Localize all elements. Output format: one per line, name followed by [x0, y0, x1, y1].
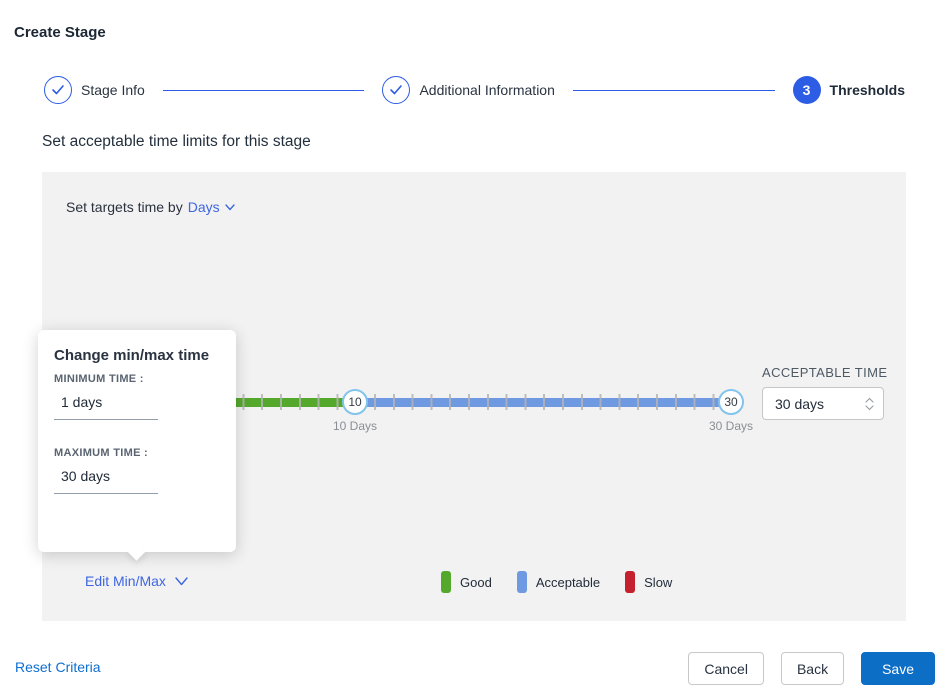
chevron-up-icon[interactable] [865, 397, 874, 403]
create-stage-page: Create Stage Stage Info Additional Infor… [0, 0, 947, 699]
acceptable-time-value: 30 days [763, 396, 865, 412]
check-icon [382, 76, 410, 104]
change-minmax-popover: Change min/max time MINIMUM TIME : MAXIM… [38, 330, 236, 552]
step-label: Stage Info [81, 82, 145, 98]
step-label: Thresholds [830, 82, 905, 98]
legend-item-slow: Slow [625, 571, 672, 593]
stepper: Stage Info Additional Information 3 Thre… [44, 75, 905, 105]
section-heading: Set acceptable time limits for this stag… [42, 133, 311, 151]
legend-item-good: Good [441, 571, 492, 593]
minimum-time-label: MINIMUM TIME : [54, 373, 220, 385]
targets-unit-dropdown[interactable]: Days [188, 199, 235, 215]
cancel-button[interactable]: Cancel [688, 652, 764, 685]
step-label: Additional Information [419, 82, 554, 98]
legend-swatch-acceptable [517, 571, 527, 593]
step-stage-info[interactable]: Stage Info [44, 76, 145, 104]
popover-title: Change min/max time [54, 347, 220, 364]
acceptable-time-label: ACCEPTABLE TIME [762, 365, 887, 380]
chevron-down-icon[interactable] [865, 405, 874, 411]
legend-label: Acceptable [536, 575, 600, 590]
footer-actions: Cancel Back Save [688, 652, 935, 685]
targets-prefix-text: Set targets time by [66, 199, 183, 215]
stepper-connector [163, 90, 365, 91]
acceptable-time-stepper [865, 397, 883, 411]
legend-swatch-good [441, 571, 451, 593]
page-title: Create Stage [14, 24, 106, 41]
save-button[interactable]: Save [861, 652, 935, 685]
legend-label: Slow [644, 575, 672, 590]
chevron-down-icon [175, 577, 188, 586]
slider-min-day-label: 10 Days [325, 419, 385, 433]
set-targets-row: Set targets time by Days [66, 199, 235, 215]
minimum-time-input[interactable] [54, 391, 158, 420]
slider-min-handle[interactable]: 10 [342, 389, 368, 415]
step-additional-information[interactable]: Additional Information [382, 76, 554, 104]
step-thresholds[interactable]: 3 Thresholds [793, 76, 905, 104]
slider-ticks [186, 394, 732, 410]
acceptable-time-input[interactable]: 30 days [762, 387, 884, 420]
legend-swatch-slow [625, 571, 635, 593]
legend-label: Good [460, 575, 492, 590]
edit-minmax-toggle[interactable]: Edit Min/Max [85, 573, 188, 589]
check-icon [44, 76, 72, 104]
targets-unit-value: Days [188, 199, 220, 215]
edit-minmax-label: Edit Min/Max [85, 573, 166, 589]
legend: Good Acceptable Slow [441, 571, 672, 593]
slider-max-handle[interactable]: 30 [718, 389, 744, 415]
reset-criteria-link[interactable]: Reset Criteria [15, 659, 101, 675]
stepper-connector [573, 90, 775, 91]
back-button[interactable]: Back [781, 652, 844, 685]
legend-item-acceptable: Acceptable [517, 571, 600, 593]
step-number-badge: 3 [793, 76, 821, 104]
slider-max-day-label: 30 Days [701, 419, 761, 433]
maximum-time-label: MAXIMUM TIME : [54, 447, 220, 459]
maximum-time-input[interactable] [54, 465, 158, 494]
chevron-down-icon [225, 204, 235, 211]
